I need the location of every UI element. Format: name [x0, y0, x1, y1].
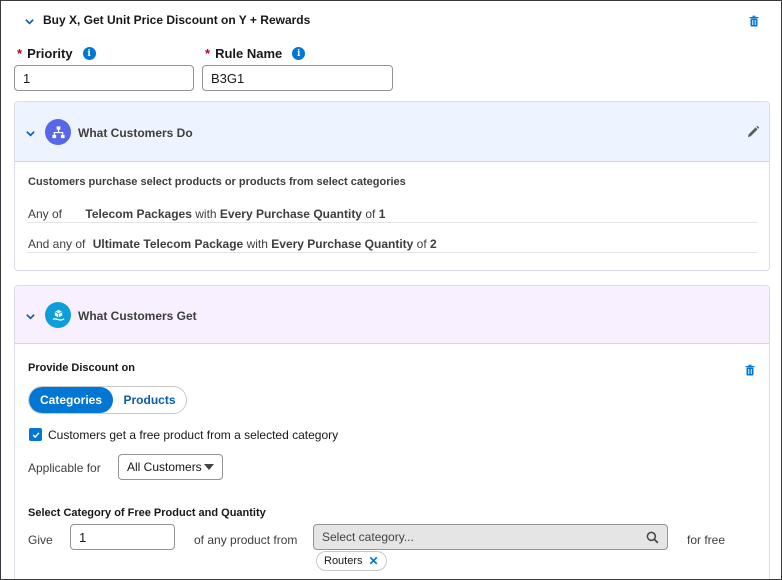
condition-item: Telecom Packages [85, 207, 192, 221]
give-label: Give [28, 533, 53, 547]
info-icon[interactable]: i [292, 47, 306, 60]
condition-qty: 2 [430, 237, 437, 251]
condition-item: Ultimate Telecom Package [92, 237, 244, 251]
applicable-for-label: Applicable for [28, 461, 101, 475]
chevron-down-icon[interactable] [22, 14, 36, 28]
what-customers-do-card: What Customers Do Customers purchase sel… [14, 101, 770, 271]
condition-row-2: And any of Ultimate Telecom Package with… [28, 237, 437, 251]
tab-products[interactable]: Products [113, 387, 186, 413]
pencil-icon[interactable] [746, 125, 760, 139]
trash-icon[interactable] [744, 364, 756, 376]
free-product-checkbox-label: Customers get a free product from a sele… [48, 428, 339, 442]
hierarchy-icon [45, 119, 71, 145]
rule-title: Buy X, Get Unit Price Discount on Y + Re… [43, 13, 311, 27]
customers-do-description: Customers purchase select products or pr… [28, 176, 406, 188]
row-divider [27, 222, 757, 223]
what-customers-get-header: What Customers Get [15, 286, 769, 344]
check-icon [32, 431, 39, 438]
promotion-rule-panel: Buy X, Get Unit Price Discount on Y + Re… [0, 0, 782, 580]
rule-name-input[interactable]: B3G1 [202, 65, 393, 91]
priority-input[interactable]: 1 [14, 65, 194, 91]
condition-type: Every Purchase Quantity [271, 237, 414, 251]
priority-label: * Priority i [17, 46, 96, 61]
condition-qty: 1 [378, 207, 386, 221]
info-icon[interactable]: i [82, 47, 96, 60]
free-section-title: Select Category of Free Product and Quan… [28, 507, 266, 519]
discount-type-toggle: Categories Products [28, 386, 187, 414]
caret-down-icon [204, 464, 214, 470]
rule-name-label: * Rule Name i [205, 46, 306, 61]
trash-icon[interactable] [748, 15, 760, 27]
what-customers-do-header: What Customers Do [15, 102, 769, 162]
for-free-label: for free [687, 533, 726, 547]
row-divider [27, 252, 757, 253]
what-customers-get-card: What Customers Get Provide Discount on C… [14, 285, 770, 579]
any-product-from-label: of any product from [194, 533, 298, 547]
chevron-down-icon[interactable] [23, 309, 37, 323]
tab-categories[interactable]: Categories [29, 387, 113, 413]
selected-category-pill: Routers ✕ [316, 551, 387, 571]
what-customers-get-title: What Customers Get [78, 309, 197, 323]
search-icon[interactable] [646, 531, 659, 544]
provide-discount-label: Provide Discount on [28, 362, 135, 374]
category-search-input[interactable]: Select category... [313, 524, 668, 550]
condition-row-1: Any of Telecom Packages with Every Purch… [28, 207, 386, 221]
product-hand-icon [45, 302, 71, 328]
give-quantity-input[interactable]: 1 [70, 524, 175, 550]
chevron-down-icon[interactable] [23, 126, 37, 140]
condition-type: Every Purchase Quantity [219, 207, 362, 221]
what-customers-do-title: What Customers Do [78, 126, 193, 140]
close-icon[interactable]: ✕ [369, 555, 379, 567]
applicable-for-select[interactable]: All Customers [118, 454, 223, 480]
free-product-checkbox[interactable] [29, 428, 42, 441]
